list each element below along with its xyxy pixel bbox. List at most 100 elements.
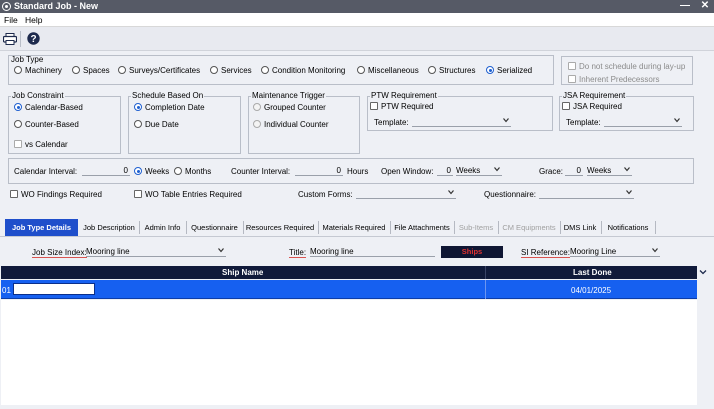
table-row[interactable]: 01 04/01/2025 [1, 280, 697, 299]
ptw-required-label: PTW Required [381, 102, 434, 111]
svg-text:?: ? [30, 34, 36, 45]
tab-job-type-details[interactable]: Job Type Details [5, 219, 78, 236]
radio-surveys-label: Surveys/Certificates [129, 66, 201, 75]
title-input[interactable]: Mooring line [310, 247, 435, 257]
radio-weeks[interactable] [134, 167, 142, 175]
menu-file[interactable]: File [4, 15, 18, 25]
radio-miscellaneous[interactable] [357, 66, 365, 74]
tab-materials-required[interactable]: Materials Required [320, 219, 388, 236]
radio-structures[interactable] [428, 66, 436, 74]
ptw-required-checkbox[interactable] [370, 102, 378, 110]
jsa-label: JSA Requirement [562, 91, 627, 100]
radio-condition-monitoring-label: Condition Monitoring [272, 66, 346, 75]
column-divider [485, 280, 486, 299]
tab-sub-items[interactable]: Sub-Items [456, 219, 496, 236]
vs-calendar-label: vs Calendar [25, 140, 68, 149]
questionnaire-label: Questionnaire: [484, 190, 537, 199]
grace-input[interactable]: 0 [565, 166, 583, 176]
open-window-unit-dropdown[interactable]: Weeks [456, 166, 502, 176]
radio-completion-date-label: Completion Date [145, 103, 205, 112]
radio-due-date[interactable] [134, 120, 142, 128]
radio-individual-counter-label: Individual Counter [264, 120, 329, 129]
radio-completion-date[interactable] [134, 103, 142, 111]
si-reference-label: SI Reference: [521, 248, 570, 258]
menu-help[interactable]: Help [25, 15, 42, 25]
radio-serialized[interactable] [486, 66, 494, 74]
job-size-index-dropdown[interactable]: Mooring line [86, 247, 226, 257]
jsa-template-label: Template: [566, 118, 601, 127]
toolbar-divider [20, 31, 21, 47]
radio-spaces[interactable] [72, 66, 80, 74]
tab-admin-info[interactable]: Admin Info [141, 219, 184, 236]
radio-structures-label: Structures [439, 66, 476, 75]
tab-separator [139, 221, 140, 234]
radio-grouped-counter[interactable] [253, 103, 261, 111]
tab-notifications[interactable]: Notifications [603, 219, 653, 236]
radio-condition-monitoring[interactable] [261, 66, 269, 74]
si-reference-dropdown[interactable]: Mooring Line [570, 247, 660, 257]
radio-grouped-counter-label: Grouped Counter [264, 103, 326, 112]
radio-services[interactable] [210, 66, 218, 74]
tab-job-description[interactable]: Job Description [80, 219, 138, 236]
radio-weeks-label: Weeks [145, 167, 170, 176]
job-type-label: Job Type [11, 55, 44, 64]
inherent-predecessors-checkbox[interactable] [568, 75, 576, 83]
jsa-required-checkbox[interactable] [562, 102, 570, 110]
tab-resources-required[interactable]: Resources Required [245, 219, 315, 236]
calendar-interval-input[interactable]: 0 [82, 166, 130, 176]
tab-questionnaire[interactable]: Questionnaire [188, 219, 241, 236]
radio-counter-based[interactable] [14, 120, 22, 128]
questionnaire-dropdown[interactable] [539, 189, 634, 199]
column-divider [485, 266, 486, 279]
radio-individual-counter[interactable] [253, 120, 261, 128]
radio-machinery-label: Machinery [25, 66, 62, 75]
radio-calendar-based[interactable] [14, 103, 22, 111]
column-header-last-done[interactable]: Last Done [573, 268, 612, 277]
close-button[interactable]: ✕ [696, 0, 714, 13]
open-window-unit-value: Weeks [456, 166, 481, 175]
column-chooser-chevron-icon[interactable] [699, 268, 707, 276]
do-not-schedule-checkbox[interactable] [568, 62, 576, 70]
ship-name-input[interactable] [13, 283, 95, 295]
tab-separator [601, 221, 602, 234]
grace-unit-dropdown[interactable]: Weeks [587, 166, 632, 176]
ptw-template-dropdown[interactable] [412, 117, 511, 127]
minimize-button[interactable]: — [676, 0, 694, 13]
radio-spaces-label: Spaces [83, 66, 110, 75]
tab-dms-link[interactable]: DMS Link [562, 219, 598, 236]
jsa-template-dropdown[interactable] [604, 117, 682, 127]
radio-surveys[interactable] [118, 66, 126, 74]
chevron-down-icon [626, 190, 632, 195]
radio-counter-based-label: Counter-Based [25, 120, 79, 129]
menu-bar: File Help [0, 13, 714, 27]
title-label: Title: [289, 248, 307, 258]
tab-separator [390, 221, 391, 234]
tab-separator [454, 221, 455, 234]
grace-unit-value: Weeks [587, 166, 612, 175]
do-not-schedule-label: Do not schedule during lay-up [579, 62, 686, 71]
chevron-down-icon [494, 167, 500, 172]
inherent-predecessors-label: Inherent Predecessors [579, 75, 660, 84]
radio-machinery[interactable] [14, 66, 22, 74]
window-title: Standard Job - New [14, 1, 99, 11]
tab-cm-equipments[interactable]: CM Equipments [500, 219, 558, 236]
custom-forms-dropdown[interactable] [356, 189, 456, 199]
job-size-index-label: Job Size Index: [32, 248, 87, 258]
tab-separator [186, 221, 187, 234]
counter-interval-input[interactable]: 0 [295, 166, 343, 176]
open-window-input[interactable]: 0 [437, 166, 453, 176]
column-header-ship-name[interactable]: Ship Name [222, 268, 263, 277]
tab-separator [243, 221, 244, 234]
calendar-interval-label: Calendar Interval: [14, 167, 78, 176]
wo-findings-checkbox[interactable] [10, 190, 18, 198]
tab-file-attachments[interactable]: File Attachments [392, 219, 452, 236]
radio-months[interactable] [174, 167, 182, 175]
ptw-template-label: Template: [374, 118, 409, 127]
title-bar: Standard Job - New — ✕ [0, 0, 714, 13]
help-icon[interactable]: ? [27, 32, 40, 45]
print-icon[interactable] [3, 33, 17, 45]
chevron-down-icon [652, 248, 658, 253]
wo-table-entries-checkbox[interactable] [134, 190, 142, 198]
vs-calendar-checkbox[interactable] [14, 140, 22, 148]
custom-forms-label: Custom Forms: [298, 190, 353, 199]
